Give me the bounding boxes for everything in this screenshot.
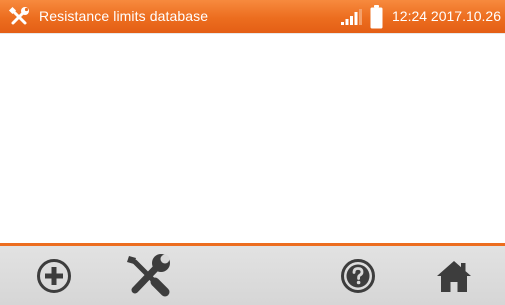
tools-icon bbox=[8, 6, 30, 28]
help-button[interactable] bbox=[328, 249, 388, 303]
home-icon bbox=[436, 258, 472, 294]
settings-button[interactable] bbox=[119, 249, 179, 303]
question-circle-icon bbox=[340, 258, 376, 294]
tools-icon bbox=[125, 254, 173, 298]
home-button[interactable] bbox=[424, 249, 484, 303]
battery-icon bbox=[370, 5, 383, 29]
bottom-toolbar bbox=[0, 243, 505, 305]
limits-list bbox=[0, 33, 505, 243]
signal-strength-icon bbox=[340, 9, 362, 25]
clock-datetime: 12:24 2017.10.26 bbox=[392, 8, 501, 24]
status-bar: Resistance limits database 12:24 2017.10… bbox=[0, 0, 505, 33]
plus-circle-icon bbox=[36, 258, 72, 294]
page-title: Resistance limits database bbox=[39, 8, 209, 24]
add-button[interactable] bbox=[24, 249, 84, 303]
